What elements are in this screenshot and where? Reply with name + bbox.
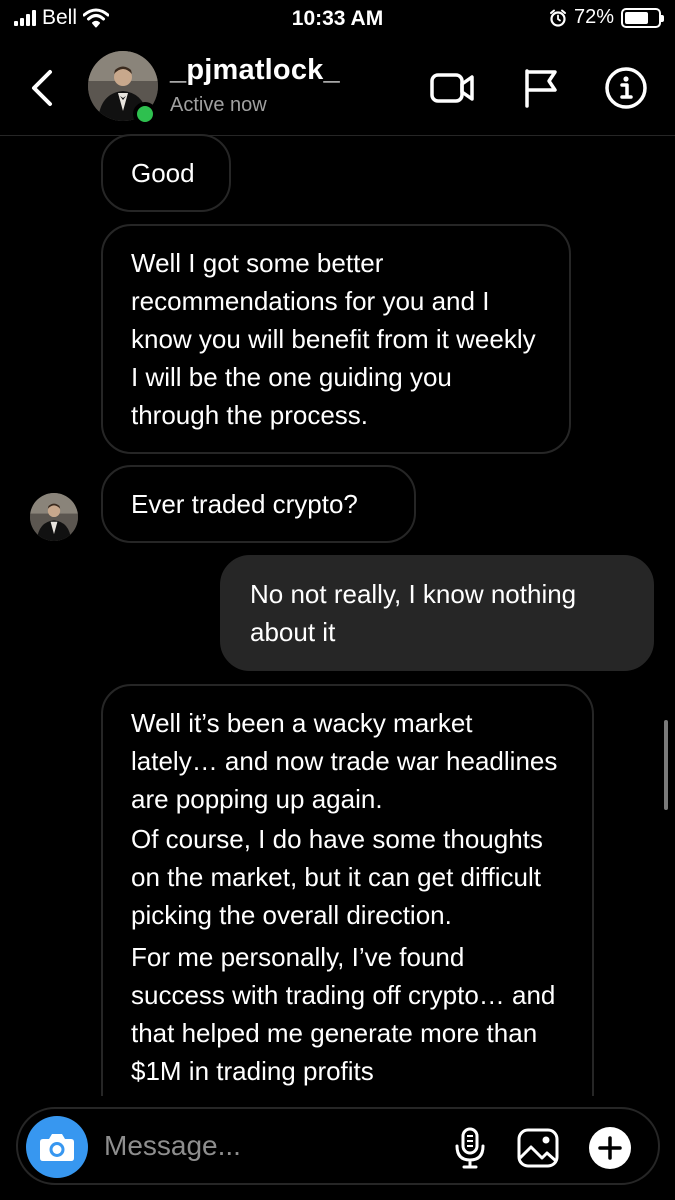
active-status-dot — [133, 102, 157, 126]
status-bar: Bell 10:33 AM 72% — [0, 0, 675, 40]
camera-icon — [40, 1134, 74, 1161]
back-chevron-icon[interactable] — [24, 60, 64, 116]
message-bubble[interactable]: Ever traded crypto? — [101, 465, 416, 543]
message-bubble[interactable]: Well it’s been a wacky market lately… an… — [101, 684, 594, 1144]
message-input[interactable] — [104, 1109, 434, 1183]
battery-percent: 72% — [573, 6, 614, 28]
message-paragraph: Of course, I do have some thoughts on th… — [131, 824, 543, 930]
plus-icon[interactable] — [588, 1126, 632, 1170]
image-icon[interactable] — [516, 1126, 560, 1170]
camera-button[interactable] — [26, 1116, 88, 1178]
message-text: Ever traded crypto? — [131, 489, 358, 519]
scrollbar[interactable] — [664, 720, 668, 810]
sender-avatar-photo — [30, 493, 78, 541]
message-bubble[interactable]: Good — [101, 134, 231, 212]
right-status-group: 72% — [549, 6, 664, 29]
message-text: Good — [131, 158, 195, 188]
info-icon[interactable] — [602, 66, 650, 110]
active-status-text: Active now — [170, 94, 267, 116]
sent-message-bubble[interactable]: No not really, I know nothing about it — [220, 555, 654, 671]
alarm-icon — [549, 9, 566, 27]
flag-icon[interactable] — [517, 66, 565, 110]
battery-icon — [621, 7, 664, 28]
message-text: Well I got some better recommendations f… — [131, 248, 536, 430]
microphone-icon[interactable] — [448, 1126, 492, 1170]
chat-username[interactable]: _pjmatlock_ — [170, 54, 340, 87]
sender-avatar[interactable] — [30, 493, 78, 541]
message-paragraph: For me personally, I’ve found success wi… — [131, 942, 556, 1086]
battery-fill — [625, 11, 649, 24]
message-paragraph: Well it’s been a wacky market lately… an… — [131, 708, 558, 814]
video-camera-icon[interactable] — [428, 66, 476, 110]
message-bubble[interactable]: Well I got some better recommendations f… — [101, 224, 571, 454]
message-text: No not really, I know nothing about it — [250, 579, 577, 647]
chat-header: _pjmatlock_ Active now — [0, 40, 675, 136]
message-composer — [16, 1107, 660, 1185]
